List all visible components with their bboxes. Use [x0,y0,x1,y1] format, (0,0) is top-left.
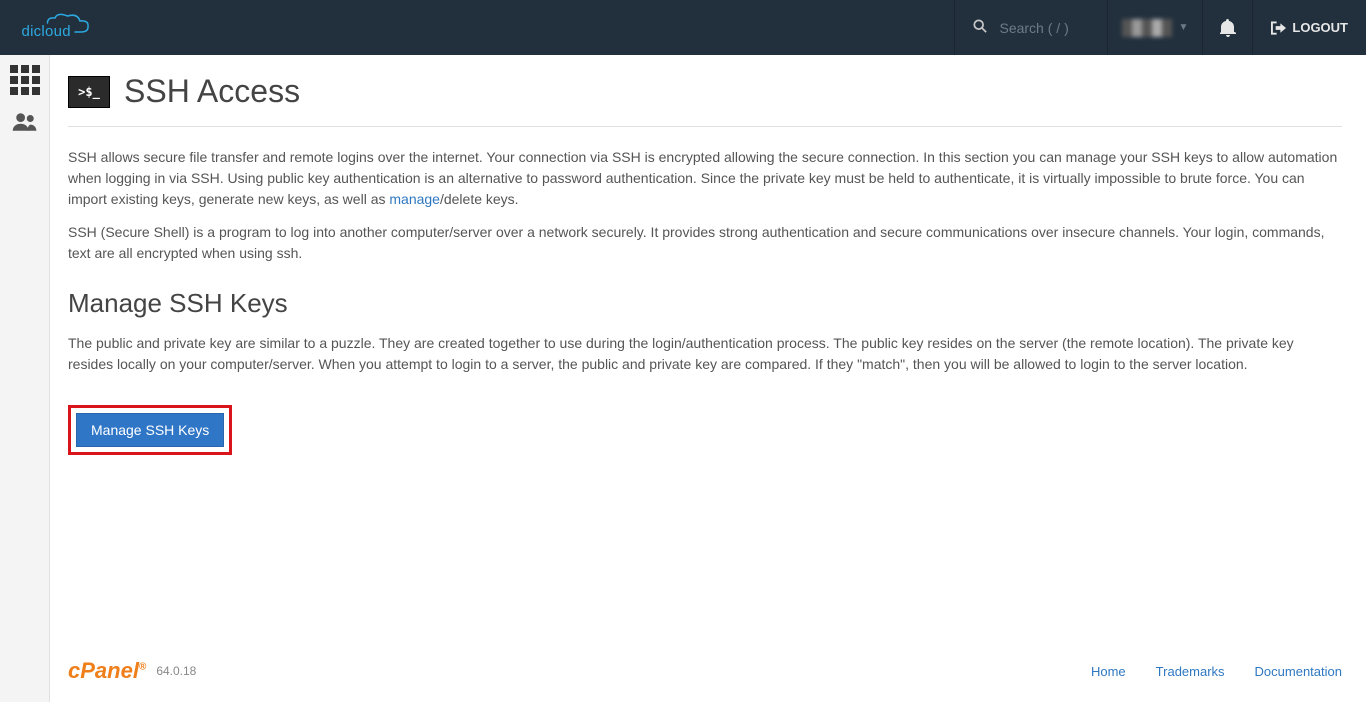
footer: cPanel® 64.0.18 Home Trademarks Document… [68,658,1342,684]
search-area[interactable] [954,0,1107,55]
footer-link-home[interactable]: Home [1091,664,1126,679]
top-header: dicloud ▼ LOGOUT [0,0,1366,55]
manage-link[interactable]: manage [389,191,440,207]
search-icon [973,19,987,36]
section-title: Manage SSH Keys [68,288,1342,319]
page-header: >$_ SSH Access [68,73,1342,127]
search-input[interactable] [999,20,1089,36]
intro-section: SSH allows secure file transfer and remo… [68,147,1342,264]
logout-button[interactable]: LOGOUT [1252,0,1366,55]
left-sidebar [0,55,50,702]
intro-text-b: /delete keys. [440,191,519,207]
manage-ssh-keys-button[interactable]: Manage SSH Keys [76,413,224,447]
intro-paragraph-1: SSH allows secure file transfer and remo… [68,147,1342,210]
svg-text:dicloud: dicloud [22,23,71,40]
footer-link-documentation[interactable]: Documentation [1255,664,1342,679]
logout-label: LOGOUT [1292,20,1348,35]
bell-icon [1220,19,1236,37]
terminal-icon: >$_ [68,76,110,108]
notifications-button[interactable] [1202,0,1252,55]
page-title: SSH Access [124,73,300,110]
user-menu[interactable]: ▼ [1107,0,1202,55]
sidebar-users-button[interactable] [11,111,39,136]
intro-paragraph-2: SSH (Secure Shell) is a program to log i… [68,222,1342,264]
intro-text-a: SSH allows secure file transfer and remo… [68,149,1337,207]
users-icon [11,111,39,136]
logout-icon [1271,21,1286,35]
version-text: 64.0.18 [156,664,196,678]
main-content: >$_ SSH Access SSH allows secure file tr… [50,55,1366,702]
sidebar-apps-button[interactable] [10,65,40,95]
user-avatar [1122,19,1172,37]
section-text: The public and private key are similar t… [68,333,1342,375]
cpanel-logo: cPanel® [68,658,146,684]
highlight-box: Manage SSH Keys [68,405,232,455]
chevron-down-icon: ▼ [1178,22,1188,33]
grid-icon [10,65,40,95]
footer-links: Home Trademarks Documentation [1091,664,1342,679]
brand-logo[interactable]: dicloud [20,8,100,48]
header-right: ▼ LOGOUT [954,0,1366,55]
footer-link-trademarks[interactable]: Trademarks [1156,664,1225,679]
